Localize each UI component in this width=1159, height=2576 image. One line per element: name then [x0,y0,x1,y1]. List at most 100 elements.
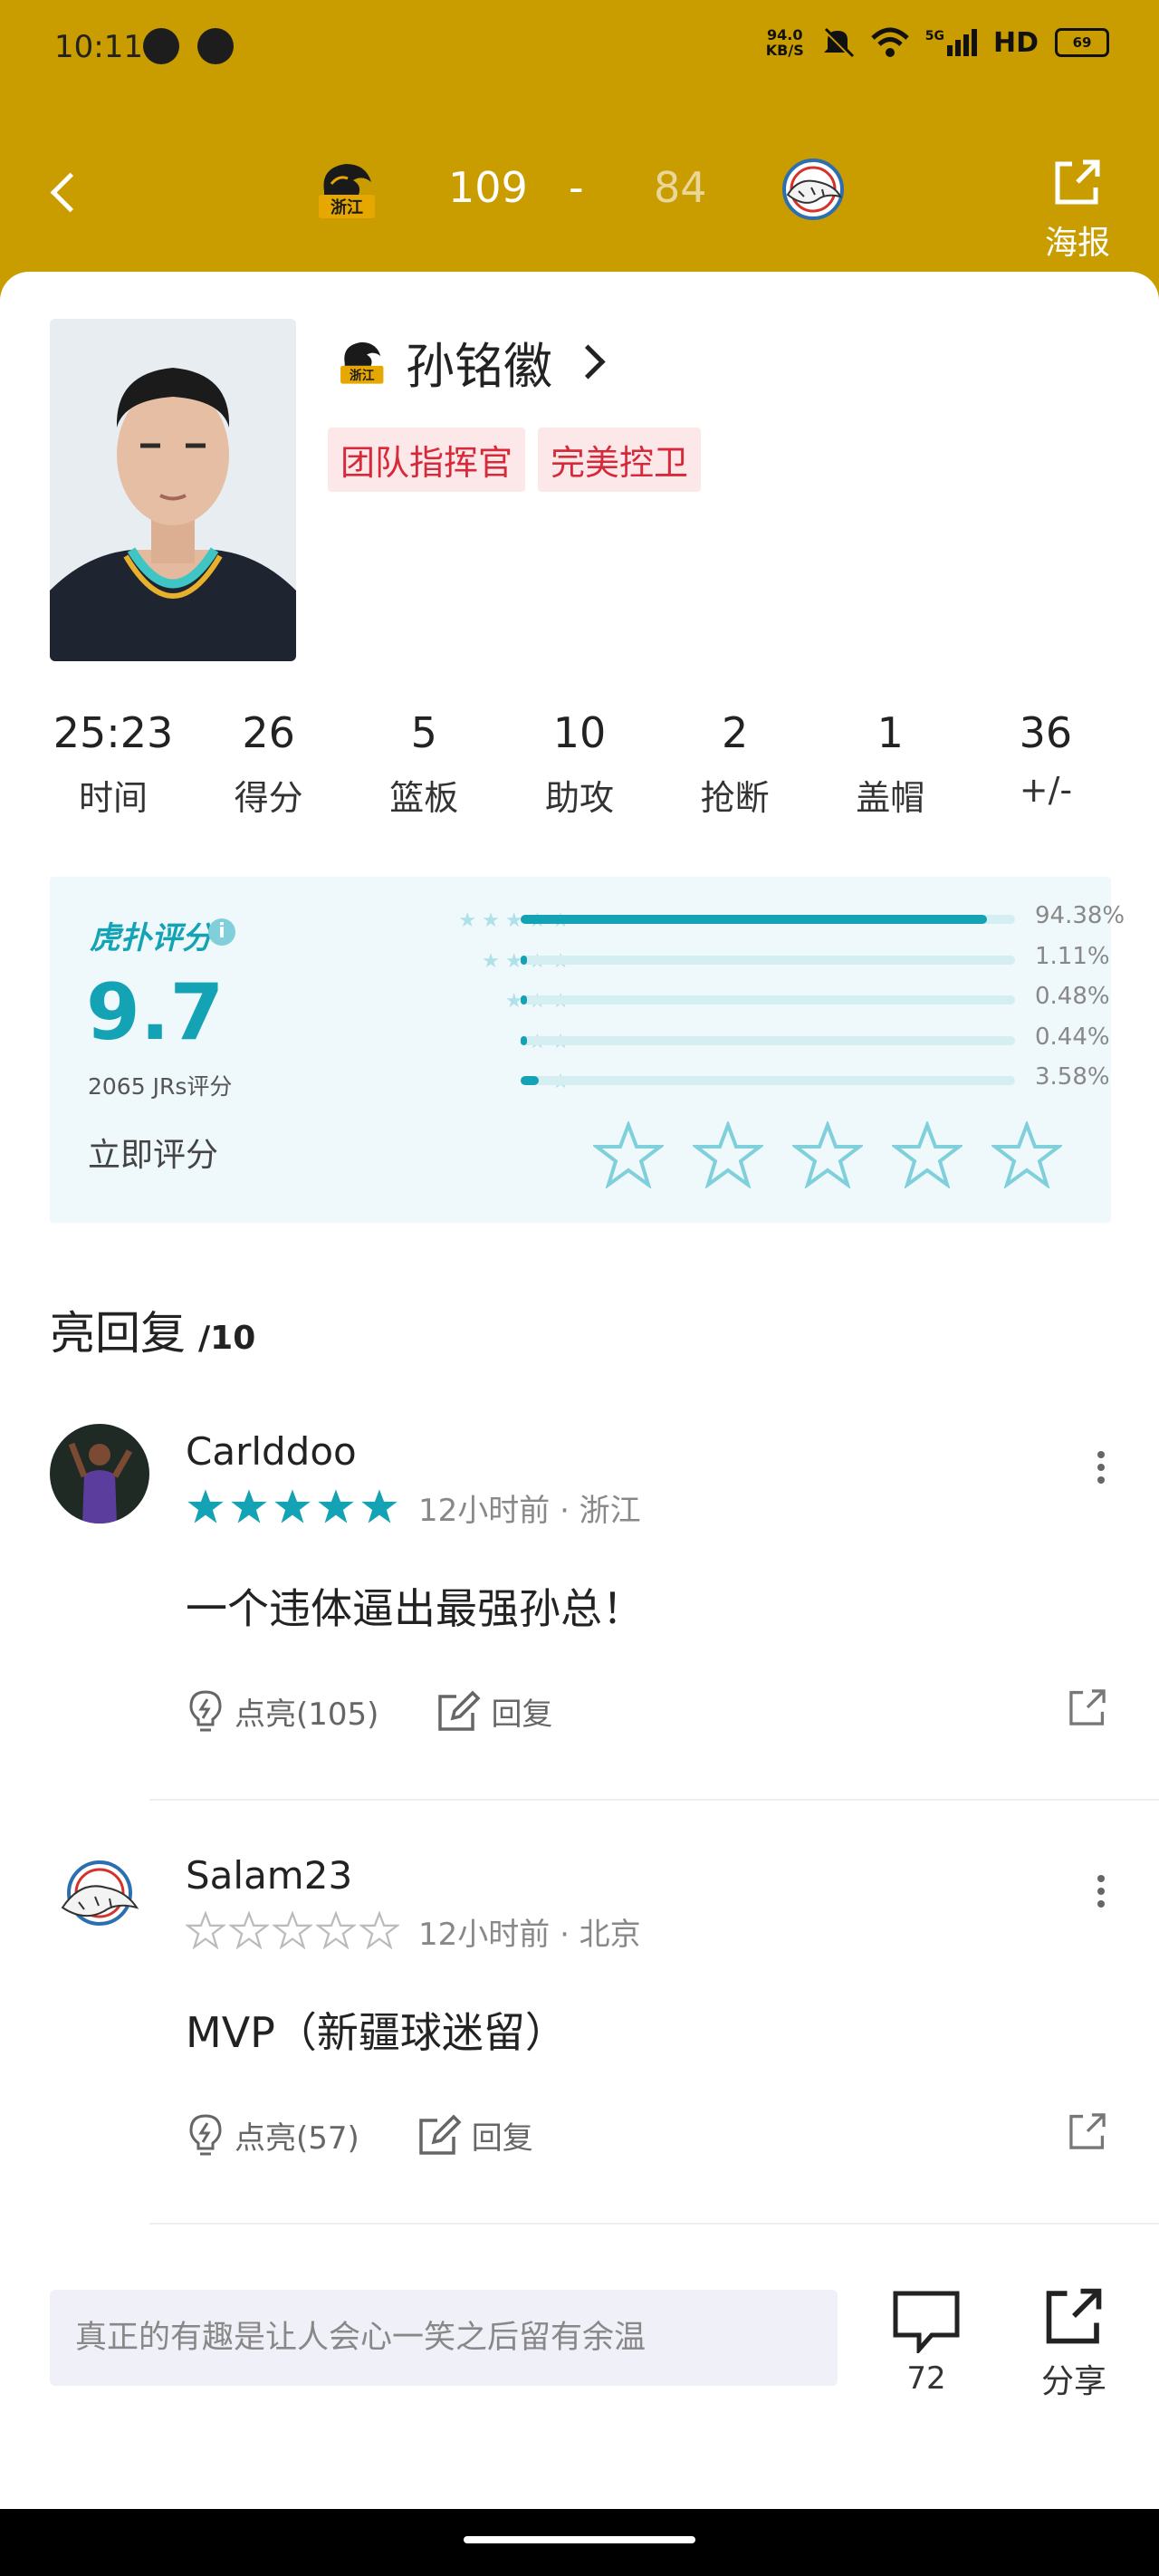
stat-label: 得分 [234,778,303,818]
player-name: 孙铭徽 [406,338,552,395]
stat-label: 篮板 [389,778,459,818]
rating-bar-percent: 1.11% [1035,942,1110,970]
rating-bar-fill [521,995,527,1004]
reply-rating-stars [186,1911,399,1949]
rating-bar-fill [521,955,527,965]
rate-stars [593,1121,1062,1188]
rating-bar-track [521,955,1015,965]
stat-value: 10 [552,708,607,757]
comment-input[interactable]: 真正的有趣是让人会心一笑之后留有余温 [50,2290,838,2386]
filled-star-icon [274,1489,311,1523]
stat-label: 抢断 [700,778,770,818]
rate-star-3-icon[interactable] [792,1121,863,1188]
empty-star-icon [316,1911,356,1949]
stat-label: +/- [1019,770,1073,810]
stat-minutes: 25:23 时间 [36,708,190,820]
net-speed-value: 94.0 [767,26,803,43]
reply-actions: 点亮(105) 回复 [186,1688,552,1734]
edit-icon [419,2114,462,2155]
like-label: 点亮(57) [235,2119,359,2157]
rate-star-5-icon[interactable] [991,1121,1062,1188]
rate-now-label: 立即评分 [88,1137,219,1174]
like-button[interactable]: 点亮(57) [186,2112,359,2158]
rate-star-2-icon[interactable] [693,1121,763,1188]
lightbulb-icon [189,2114,222,2156]
share-label: 分享 [1040,2363,1106,2400]
rating-bar-percent: 0.44% [1035,1023,1110,1051]
stat-plus-minus: 36 +/- [969,708,1123,820]
rating-bar-row: ★★★★★ 94.38% [321,902,1125,943]
empty-star-icon [186,1911,225,1949]
player-photo [50,319,296,661]
back-icon[interactable] [50,172,91,213]
network-type: 5G [924,29,944,43]
reply-username[interactable]: Carlddoo [186,1429,357,1474]
divider [149,1799,1159,1801]
filled-star-icon [231,1489,267,1523]
battery-icon: 69 [1055,28,1109,57]
reply-rating-stars [186,1487,399,1525]
mute-icon [822,27,854,58]
rating-bar-row: ★★ 0.44% [321,1024,1110,1064]
rate-star-4-icon[interactable] [892,1121,963,1188]
lightbulb-icon [189,1690,222,1732]
stat-label: 助攻 [544,778,614,818]
reply-button[interactable]: 回复 [436,1689,552,1734]
reply-label: 回复 [471,2119,533,2157]
edit-icon [438,1690,481,1731]
stat-value: 5 [410,708,437,757]
poster-button[interactable]: 海报 [1041,157,1114,264]
stat-value: 1 [876,708,904,757]
home-gesture-handle[interactable] [464,2536,695,2543]
like-button[interactable]: 点亮(105) [186,1688,378,1734]
app-notification-icon [197,28,234,64]
score-separator: - [569,163,584,212]
away-score: 84 [654,163,707,212]
reply-text: 一个违体逼出最强孙总！ [186,1584,644,1633]
player-team-logo-icon: 浙江 [340,341,384,384]
more-options-icon[interactable] [1097,1875,1105,1913]
share-icon[interactable] [1067,1687,1108,1728]
chevron-right-icon [570,344,606,380]
rating-bar-track [521,1076,1015,1085]
reply-text: MVP（新疆球迷留） [186,2008,567,2057]
replies-count: /10 [198,1320,256,1357]
avatar[interactable] [50,1848,149,1947]
reply-actions: 点亮(57) 回复 [186,2112,533,2158]
rating-bar-row: ★★★★ 1.11% [321,943,1110,984]
home-team-logo-text: 浙江 [330,197,363,217]
poster-label: 海报 [1044,225,1110,262]
rating-bar-track [521,995,1015,1004]
rating-panel: 虎扑评分 i 9.7 2065 JRs评分 立即评分 ★★★★★ 94.38% … [50,877,1125,1223]
game-header: 浙江 109 - 84 海报 [0,95,1159,285]
reply-button[interactable]: 回复 [417,2113,533,2158]
rating-score: 9.7 [86,967,225,1058]
rating-bar-row: ★★★ 0.48% [321,983,1110,1024]
info-icon[interactable]: i [208,918,235,946]
rate-star-1-icon[interactable] [593,1121,664,1188]
rating-bar-track [521,915,1015,924]
comments-button[interactable]: 72 [890,2290,963,2397]
net-speed-unit: KB/S [765,42,804,59]
more-options-icon[interactable] [1097,1451,1105,1489]
empty-star-icon [359,1911,399,1949]
reply-username[interactable]: Salam23 [186,1853,352,1898]
share-button[interactable]: 分享 [1038,2284,1110,2402]
share-icon[interactable] [1067,2110,1108,2152]
player-team-logo-text: 浙江 [350,368,375,383]
home-team-logo-icon: 浙江 [319,164,375,218]
stat-assists: 10 助攻 [503,708,656,820]
reply-meta: 12小时前 · 浙江 [418,1493,641,1529]
net-speed: 94.0 KB/S [766,27,804,58]
filled-star-icon [361,1489,398,1523]
wifi-icon [871,27,909,57]
player-name-link[interactable]: 浙江 孙铭徽 [335,326,606,398]
like-label: 点亮(105) [235,1696,379,1733]
avatar[interactable] [50,1424,149,1523]
rating-brand: 虎扑评分 [90,920,213,956]
stat-label: 时间 [78,778,148,818]
stat-value: 26 [242,708,295,757]
empty-star-icon [229,1911,269,1949]
stat-blocks: 1 盖帽 [813,708,967,820]
rating-distribution: ★★★★★ 94.38% ★★★★ 1.11% ★★★ 0.48% ★★ 0.4… [321,902,1125,1104]
